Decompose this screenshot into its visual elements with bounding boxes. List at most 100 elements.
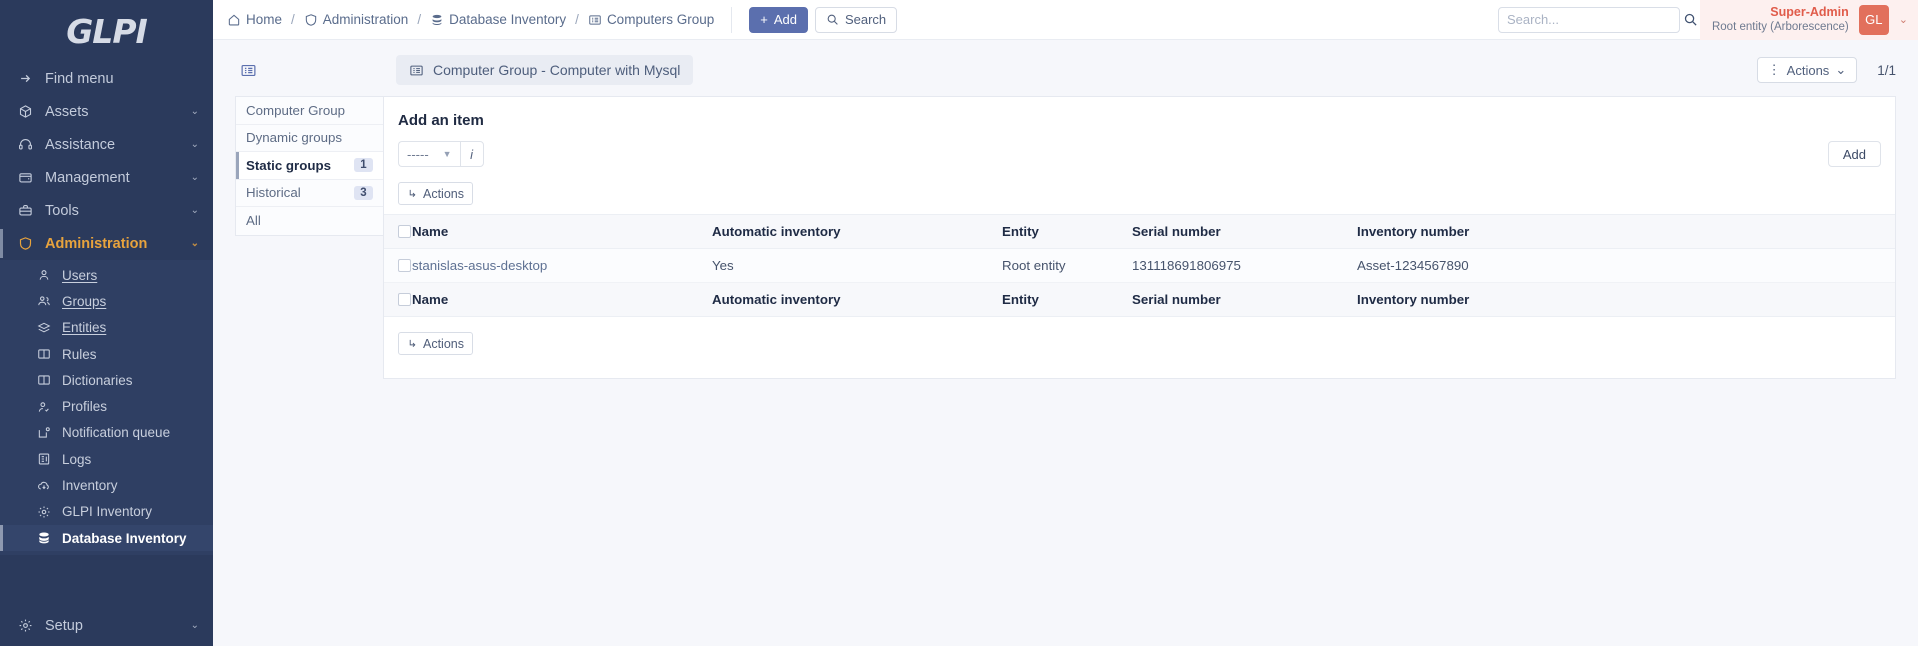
sidebar-item-label: Administration bbox=[45, 235, 148, 252]
sidebar-item-inventory[interactable]: Inventory bbox=[0, 472, 213, 498]
table-footer-row: Name Automatic inventory Entity Serial n… bbox=[384, 282, 1895, 317]
gear-icon bbox=[14, 618, 36, 633]
sidebar-bottom: Setup ⌄ bbox=[0, 609, 213, 646]
topbar-right: Super-Admin Root entity (Arborescence) G… bbox=[1497, 0, 1918, 40]
cell-inventory-number: Asset-1234567890 bbox=[1357, 248, 1895, 283]
sidebar-item-groups[interactable]: Groups bbox=[0, 288, 213, 314]
column-name[interactable]: Name bbox=[412, 214, 712, 249]
content-header: Computer Group - Computer with Mysql ⋮ A… bbox=[235, 50, 1896, 90]
search-icon bbox=[826, 13, 839, 26]
table-actions-label: Actions bbox=[423, 186, 464, 201]
sidebar-item-glpi-inventory[interactable]: GLPI Inventory bbox=[0, 499, 213, 525]
column-automatic-inventory-footer[interactable]: Automatic inventory bbox=[712, 282, 1002, 317]
breadcrumb-label: Administration bbox=[322, 12, 409, 27]
breadcrumb-item-database-inventory[interactable]: Database Inventory bbox=[430, 12, 566, 27]
tab-label: All bbox=[246, 213, 261, 229]
tab-panel: Add an item ----- ▼ i Add Actions Name A… bbox=[383, 96, 1896, 379]
breadcrumb-label: Computers Group bbox=[606, 12, 715, 27]
select-all-checkbox[interactable] bbox=[398, 225, 411, 238]
column-inventory-number[interactable]: Inventory number bbox=[1357, 214, 1895, 249]
sidebar-item-setup[interactable]: Setup ⌄ bbox=[0, 609, 213, 642]
search-button-label: Search bbox=[844, 12, 887, 27]
table-head: Name Automatic inventory Entity Serial n… bbox=[384, 214, 1895, 249]
item-link[interactable]: stanislas-asus-desktop bbox=[412, 258, 547, 273]
breadcrumb-item-computers-group[interactable]: Computers Group bbox=[588, 12, 714, 27]
item-select[interactable]: ----- ▼ bbox=[398, 141, 460, 167]
sidebar-item-find-menu[interactable]: Find menu bbox=[0, 62, 213, 95]
add-button[interactable]: + Add bbox=[749, 6, 808, 33]
row-checkbox[interactable] bbox=[398, 259, 411, 272]
item-select-value: ----- bbox=[407, 146, 429, 162]
sidebar-item-label: Database Inventory bbox=[62, 530, 187, 546]
sidebar-item-label: GLPI Inventory bbox=[62, 504, 153, 520]
book-open-icon bbox=[34, 373, 54, 387]
info-icon[interactable]: i bbox=[459, 141, 484, 167]
chevron-down-icon[interactable]: ⌄ bbox=[1899, 13, 1908, 26]
app-logo[interactable]: GLPI bbox=[0, 0, 213, 62]
actions-button[interactable]: ⋮ Actions ⌄ bbox=[1756, 57, 1858, 83]
column-serial-number[interactable]: Serial number bbox=[1132, 214, 1357, 249]
sidebar-item-label: Inventory bbox=[62, 478, 118, 494]
column-entity-footer[interactable]: Entity bbox=[1002, 282, 1132, 317]
search-input[interactable] bbox=[1506, 12, 1683, 27]
logo-text: GLPI bbox=[66, 11, 148, 51]
table-actions-button-bottom[interactable]: Actions bbox=[398, 332, 473, 355]
search-icon[interactable] bbox=[1683, 12, 1698, 27]
tab-all[interactable]: All bbox=[236, 207, 383, 235]
items-table: Name Automatic inventory Entity Serial n… bbox=[384, 214, 1895, 317]
select-all-checkbox-footer[interactable] bbox=[398, 293, 411, 306]
sidebar-item-assistance[interactable]: Assistance ⌄ bbox=[0, 128, 213, 161]
sidebar-item-notification-queue[interactable]: Notification queue bbox=[0, 420, 213, 446]
table-actions-button-top[interactable]: Actions bbox=[398, 182, 473, 205]
logs-icon bbox=[34, 452, 54, 466]
sidebar-item-dictionaries[interactable]: Dictionaries bbox=[0, 367, 213, 393]
arrow-action-icon bbox=[407, 188, 418, 199]
sidebar-item-label: Groups bbox=[62, 293, 107, 309]
breadcrumb-item-administration[interactable]: Administration bbox=[304, 12, 409, 27]
user-name: Super-Admin bbox=[1770, 4, 1849, 19]
global-search[interactable] bbox=[1497, 6, 1697, 33]
tab-dynamic-groups[interactable]: Dynamic groups bbox=[236, 124, 383, 152]
column-automatic-inventory[interactable]: Automatic inventory bbox=[712, 214, 1002, 249]
main-area: Home / Administration / Database Invento… bbox=[213, 0, 1918, 646]
sidebar-item-management[interactable]: Management ⌄ bbox=[0, 161, 213, 194]
avatar[interactable]: GL bbox=[1858, 4, 1889, 35]
sidebar-item-label: Management bbox=[45, 169, 130, 186]
column-serial-number-footer[interactable]: Serial number bbox=[1132, 282, 1357, 317]
add-item-button[interactable]: Add bbox=[1827, 141, 1881, 167]
column-entity[interactable]: Entity bbox=[1002, 214, 1132, 249]
cell-serial-number: 131118691806975 bbox=[1132, 248, 1357, 283]
shield-icon bbox=[304, 13, 318, 27]
sidebar-item-rules[interactable]: Rules bbox=[0, 341, 213, 367]
sidebar-item-assets[interactable]: Assets ⌄ bbox=[0, 95, 213, 128]
breadcrumb-item-home[interactable]: Home bbox=[227, 12, 282, 27]
sidebar-item-label: Logs bbox=[62, 451, 92, 467]
book-icon bbox=[34, 347, 54, 361]
tab-label: Computer Group bbox=[246, 102, 346, 118]
chevron-down-icon: ⌄ bbox=[190, 139, 199, 150]
sidebar-item-administration[interactable]: Administration ⌄ bbox=[0, 227, 213, 260]
add-item-form: ----- ▼ i Add bbox=[384, 141, 1895, 167]
column-inventory-number-footer[interactable]: Inventory number bbox=[1357, 282, 1895, 317]
tab-computer-group[interactable]: Computer Group bbox=[236, 97, 383, 125]
add-item-heading: Add an item bbox=[398, 112, 484, 129]
user-menu[interactable]: Super-Admin Root entity (Arborescence) G… bbox=[1699, 0, 1918, 40]
sidebar-item-tools[interactable]: Tools ⌄ bbox=[0, 194, 213, 227]
chevron-up-icon: ⌄ bbox=[190, 238, 199, 249]
tab-label: Historical bbox=[246, 185, 301, 201]
tab-historical[interactable]: Historical 3 bbox=[236, 179, 383, 207]
tab-static-groups[interactable]: Static groups 1 bbox=[236, 152, 383, 180]
list-panel-icon[interactable] bbox=[235, 57, 261, 83]
sidebar-item-database-inventory[interactable]: Database Inventory bbox=[0, 524, 213, 552]
search-button[interactable]: Search bbox=[814, 6, 898, 33]
sidebar-item-users[interactable]: Users bbox=[0, 262, 213, 288]
users-icon bbox=[34, 294, 54, 308]
sidebar-item-logs[interactable]: Logs bbox=[0, 446, 213, 472]
table-row[interactable]: stanislas-asus-desktop Yes Root entity 1… bbox=[384, 248, 1895, 283]
plus-icon: + bbox=[760, 12, 768, 27]
table-body: stanislas-asus-desktop Yes Root entity 1… bbox=[384, 248, 1895, 283]
sidebar-item-entities[interactable]: Entities bbox=[0, 315, 213, 341]
column-name-footer[interactable]: Name bbox=[412, 282, 712, 317]
sidebar-item-profiles[interactable]: Profiles bbox=[0, 393, 213, 419]
chevron-down-icon: ⌄ bbox=[190, 205, 199, 216]
